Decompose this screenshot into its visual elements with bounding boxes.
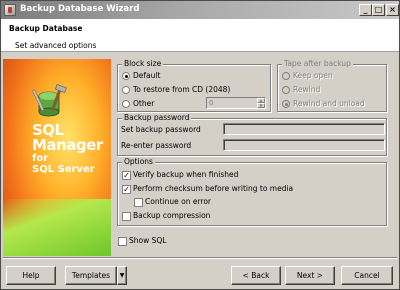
radio-tape-rewind-unload[interactable]	[282, 100, 290, 108]
checkbox-continue-on-error-label[interactable]: Continue on error	[145, 197, 211, 207]
checkbox-backup-compression-label[interactable]: Backup compression	[133, 211, 210, 221]
radio-tape-rewind-unload-label[interactable]: Rewind and unload	[293, 99, 365, 109]
options-title: Options	[122, 157, 155, 167]
set-password-input[interactable]	[223, 123, 385, 135]
radio-tape-rewind-label[interactable]: Rewind	[293, 85, 320, 95]
checkbox-show-sql-label[interactable]: Show SQL	[129, 236, 166, 246]
spin-down-button[interactable]: ▼	[257, 103, 265, 108]
wizard-window: Backup Database Wizard _ □ × Backup Data…	[0, 0, 400, 290]
banner-line-for: for	[32, 153, 49, 164]
checkbox-backup-compression[interactable]	[122, 212, 131, 221]
reenter-password-input[interactable]	[223, 139, 385, 151]
checkbox-verify-backup-label[interactable]: Verify backup when finished	[133, 170, 238, 180]
app-icon	[4, 4, 16, 16]
radio-block-default-label[interactable]: Default	[133, 71, 160, 81]
block-size-title: Block size	[122, 59, 164, 69]
page-subtitle: Set advanced options	[15, 41, 97, 50]
banner-line-sql-server: SQL Server	[32, 164, 95, 175]
help-button[interactable]: Help	[6, 266, 56, 285]
window-title: Backup Database Wizard	[20, 4, 140, 14]
checkbox-checksum[interactable]	[122, 185, 131, 194]
checkbox-verify-backup[interactable]	[122, 171, 131, 180]
radio-tape-keep-open[interactable]	[282, 72, 290, 80]
page-title: Backup Database	[9, 24, 83, 33]
templates-button[interactable]: Templates	[65, 266, 117, 285]
radio-block-other[interactable]	[122, 100, 130, 108]
radio-block-cd-label[interactable]: To restore from CD (2048)	[133, 85, 230, 95]
templates-dropdown-arrow-icon[interactable]: ▼	[117, 266, 127, 285]
block-size-other-spinner[interactable]: 0 ▲ ▼	[206, 97, 266, 109]
block-size-other-value: 0	[209, 99, 214, 107]
title-bar[interactable]: Backup Database Wizard _ □ ×	[1, 1, 399, 19]
checkbox-continue-on-error[interactable]	[134, 198, 143, 207]
next-button[interactable]: Next >	[285, 266, 335, 285]
banner-green-wave	[3, 199, 111, 256]
radio-block-default[interactable]	[122, 72, 130, 80]
back-button[interactable]: < Back	[231, 266, 281, 285]
maximize-button[interactable]: □	[372, 4, 385, 16]
minimize-button[interactable]: _	[359, 4, 372, 16]
database-tools-icon	[32, 84, 67, 117]
set-password-label: Set backup password	[121, 125, 201, 134]
cancel-button[interactable]: Cancel	[341, 266, 393, 285]
checkbox-show-sql[interactable]	[118, 237, 127, 246]
banner-product-name: SQL Manager for SQL Server	[32, 123, 103, 176]
product-banner: SQL Manager for SQL Server	[3, 59, 111, 256]
tape-title: Tape after backup	[282, 59, 353, 69]
footer-divider	[3, 257, 397, 259]
radio-block-cd[interactable]	[122, 86, 130, 94]
reenter-password-label: Re-enter password	[121, 141, 192, 150]
wizard-header: Backup Database Set advanced options	[1, 19, 399, 52]
close-button[interactable]: ×	[386, 4, 399, 16]
radio-block-other-label[interactable]: Other	[133, 99, 154, 109]
checkbox-checksum-label[interactable]: Perform checksum before writing to media	[133, 184, 293, 194]
radio-tape-keep-open-label[interactable]: Keep open	[293, 71, 333, 81]
banner-line-manager: Manager	[32, 136, 103, 154]
radio-tape-rewind[interactable]	[282, 86, 290, 94]
backup-password-title: Backup password	[122, 113, 192, 123]
